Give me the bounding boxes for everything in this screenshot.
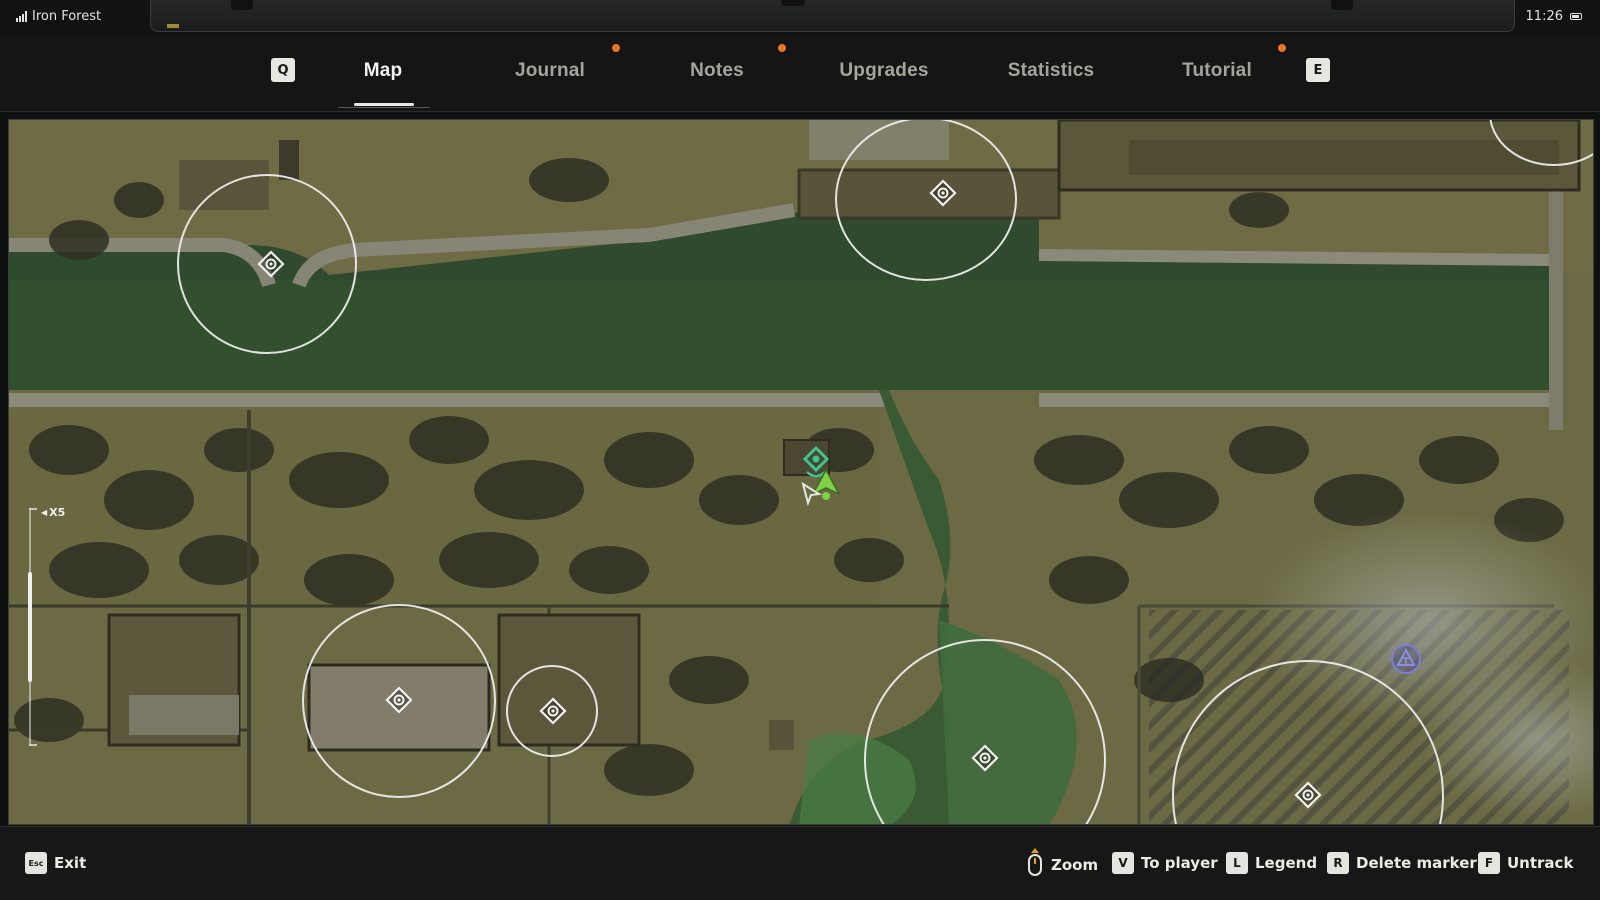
- prev-tab-key[interactable]: Q: [271, 58, 295, 82]
- tab-journal[interactable]: Journal: [515, 60, 585, 82]
- poi-marker-icon[interactable]: [971, 744, 999, 772]
- v-key: V: [1112, 852, 1134, 874]
- zoom-caret-icon: ◀: [41, 508, 48, 517]
- legend-label: Legend: [1255, 854, 1318, 872]
- delete-marker-hint[interactable]: R Delete marker: [1327, 852, 1477, 874]
- status-right: 11:26: [1526, 9, 1582, 24]
- poi-marker-icon[interactable]: [257, 250, 285, 278]
- frame-notch-right: [1331, 0, 1353, 10]
- cursor-pointer-icon: [801, 482, 822, 506]
- to-player-hint[interactable]: V To player: [1112, 852, 1218, 874]
- r-key: R: [1327, 852, 1349, 874]
- tutorial-notification-dot: [1278, 44, 1286, 52]
- tab-upgrades[interactable]: Upgrades: [839, 60, 928, 82]
- nav-bar: Q Map Journal Notes Upgrades Statistics …: [0, 34, 1600, 112]
- poi-diamond-glyph: [1294, 781, 1322, 809]
- frame-grille: [781, 0, 805, 6]
- active-tab-rule: [338, 107, 430, 108]
- zoom-slider-handle[interactable]: [28, 572, 32, 682]
- carrier-name: Iron Forest: [32, 9, 102, 24]
- poi-marker-icon[interactable]: [539, 697, 567, 725]
- zoom-hint-label: Zoom: [1051, 856, 1099, 874]
- next-tab-key[interactable]: E: [1306, 58, 1330, 82]
- signal-icon: [16, 11, 27, 22]
- zoom-level-label: ◀ X5: [41, 506, 66, 519]
- zoom-slider-tick-bottom: [29, 744, 37, 746]
- map-view[interactable]: ◀ X5: [8, 119, 1594, 825]
- journal-notification-dot: [612, 44, 620, 52]
- zoom-hint[interactable]: Zoom: [1026, 848, 1099, 878]
- triangle-faction-icon[interactable]: [1389, 642, 1423, 676]
- exit-label: Exit: [54, 854, 87, 872]
- poi-diamond-glyph: [385, 686, 413, 714]
- frame-notch-left: [231, 0, 253, 10]
- device-frame: [150, 0, 1515, 32]
- tab-map[interactable]: Map: [364, 60, 403, 82]
- tab-tutorial[interactable]: Tutorial: [1182, 60, 1252, 82]
- delete-marker-label: Delete marker: [1356, 854, 1477, 872]
- frame-led: [167, 24, 179, 28]
- poi-diamond-glyph: [257, 250, 285, 278]
- to-player-label: To player: [1141, 854, 1218, 872]
- status-left: Iron Forest: [16, 9, 101, 24]
- untrack-hint[interactable]: F Untrack: [1478, 852, 1573, 874]
- poi-marker-icon[interactable]: [929, 179, 957, 207]
- control-hints-bar: Esc Exit Zoom V To player L Legend R Del…: [0, 826, 1600, 900]
- l-key: L: [1226, 852, 1248, 874]
- poi-marker-icon[interactable]: [1294, 781, 1322, 809]
- zoom-slider[interactable]: [28, 508, 39, 746]
- poi-diamond-glyph: [929, 179, 957, 207]
- poi-marker-icon[interactable]: [385, 686, 413, 714]
- poi-diamond-glyph: [971, 744, 999, 772]
- legend-hint[interactable]: L Legend: [1226, 852, 1317, 874]
- clock: 11:26: [1525, 9, 1563, 24]
- tab-statistics[interactable]: Statistics: [1008, 60, 1094, 82]
- notes-notification-dot: [778, 44, 786, 52]
- untrack-label: Untrack: [1507, 854, 1574, 872]
- f-key: F: [1478, 852, 1500, 874]
- status-bar: Iron Forest 11:26: [0, 0, 1600, 34]
- tab-notes[interactable]: Notes: [690, 60, 744, 82]
- poi-diamond-glyph: [539, 697, 567, 725]
- battery-icon: [1570, 13, 1582, 20]
- scroll-wheel-icon: [1028, 848, 1042, 876]
- active-tab-indicator: [354, 103, 414, 106]
- exit-hint[interactable]: Esc Exit: [25, 852, 86, 874]
- esc-key: Esc: [25, 852, 47, 874]
- zoom-slider-tick-top: [29, 508, 37, 510]
